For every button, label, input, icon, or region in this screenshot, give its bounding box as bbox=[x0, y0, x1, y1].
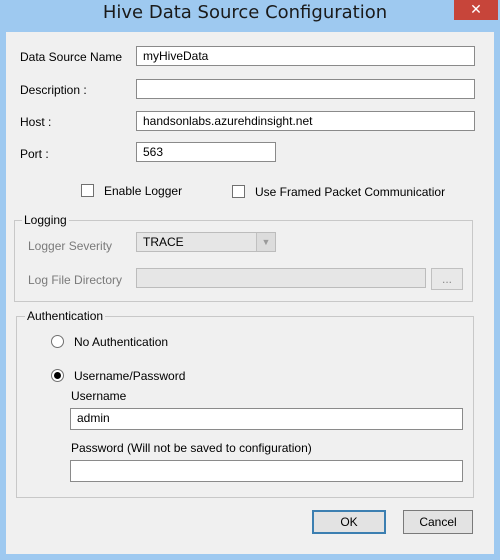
username-label: Username bbox=[71, 389, 127, 403]
port-label: Port : bbox=[20, 147, 49, 161]
logger-severity-select: TRACE ▼ bbox=[136, 232, 276, 252]
no-authentication-label[interactable]: No Authentication bbox=[74, 335, 168, 349]
description-field[interactable] bbox=[136, 79, 475, 99]
cancel-button[interactable]: Cancel bbox=[403, 510, 473, 534]
enable-logger-label[interactable]: Enable Logger bbox=[104, 184, 182, 198]
close-icon: ✕ bbox=[470, 2, 482, 18]
authentication-group-legend: Authentication bbox=[25, 309, 106, 323]
chevron-down-icon: ▼ bbox=[256, 233, 275, 251]
username-password-label[interactable]: Username/Password bbox=[74, 369, 185, 383]
dialog-window: Hive Data Source Configuration ✕ Data So… bbox=[0, 0, 500, 560]
data-source-name-label: Data Source Name bbox=[20, 50, 123, 64]
data-source-name-field[interactable]: myHiveData bbox=[136, 46, 475, 66]
logger-severity-label: Logger Severity bbox=[28, 239, 113, 253]
username-password-radio[interactable] bbox=[51, 369, 64, 382]
logging-group-legend: Logging bbox=[22, 213, 69, 227]
close-button[interactable]: ✕ bbox=[454, 0, 498, 20]
framed-packet-checkbox[interactable] bbox=[232, 185, 245, 198]
dialog-client-area: Data Source Name myHiveData Description … bbox=[6, 32, 494, 554]
port-field[interactable]: 563 bbox=[136, 142, 276, 162]
password-label: Password (Will not be saved to configura… bbox=[71, 441, 312, 455]
window-title: Hive Data Source Configuration bbox=[102, 2, 388, 23]
description-label: Description : bbox=[20, 83, 87, 97]
radio-dot-icon bbox=[54, 372, 61, 379]
framed-packet-label[interactable]: Use Framed Packet Communicatior bbox=[255, 185, 445, 199]
logger-severity-value: TRACE bbox=[143, 235, 184, 249]
username-field[interactable]: admin bbox=[70, 408, 463, 430]
host-field[interactable]: handsonlabs.azurehdinsight.net bbox=[136, 111, 475, 131]
log-file-directory-field bbox=[136, 268, 426, 288]
no-authentication-radio[interactable] bbox=[51, 335, 64, 348]
title-bar[interactable]: Hive Data Source Configuration ✕ bbox=[0, 0, 500, 27]
host-label: Host : bbox=[20, 115, 52, 129]
password-field[interactable] bbox=[70, 460, 463, 482]
log-file-directory-label: Log File Directory bbox=[28, 273, 123, 287]
browse-button: ... bbox=[431, 268, 463, 290]
enable-logger-checkbox[interactable] bbox=[81, 184, 94, 197]
ok-button[interactable]: OK bbox=[312, 510, 386, 534]
